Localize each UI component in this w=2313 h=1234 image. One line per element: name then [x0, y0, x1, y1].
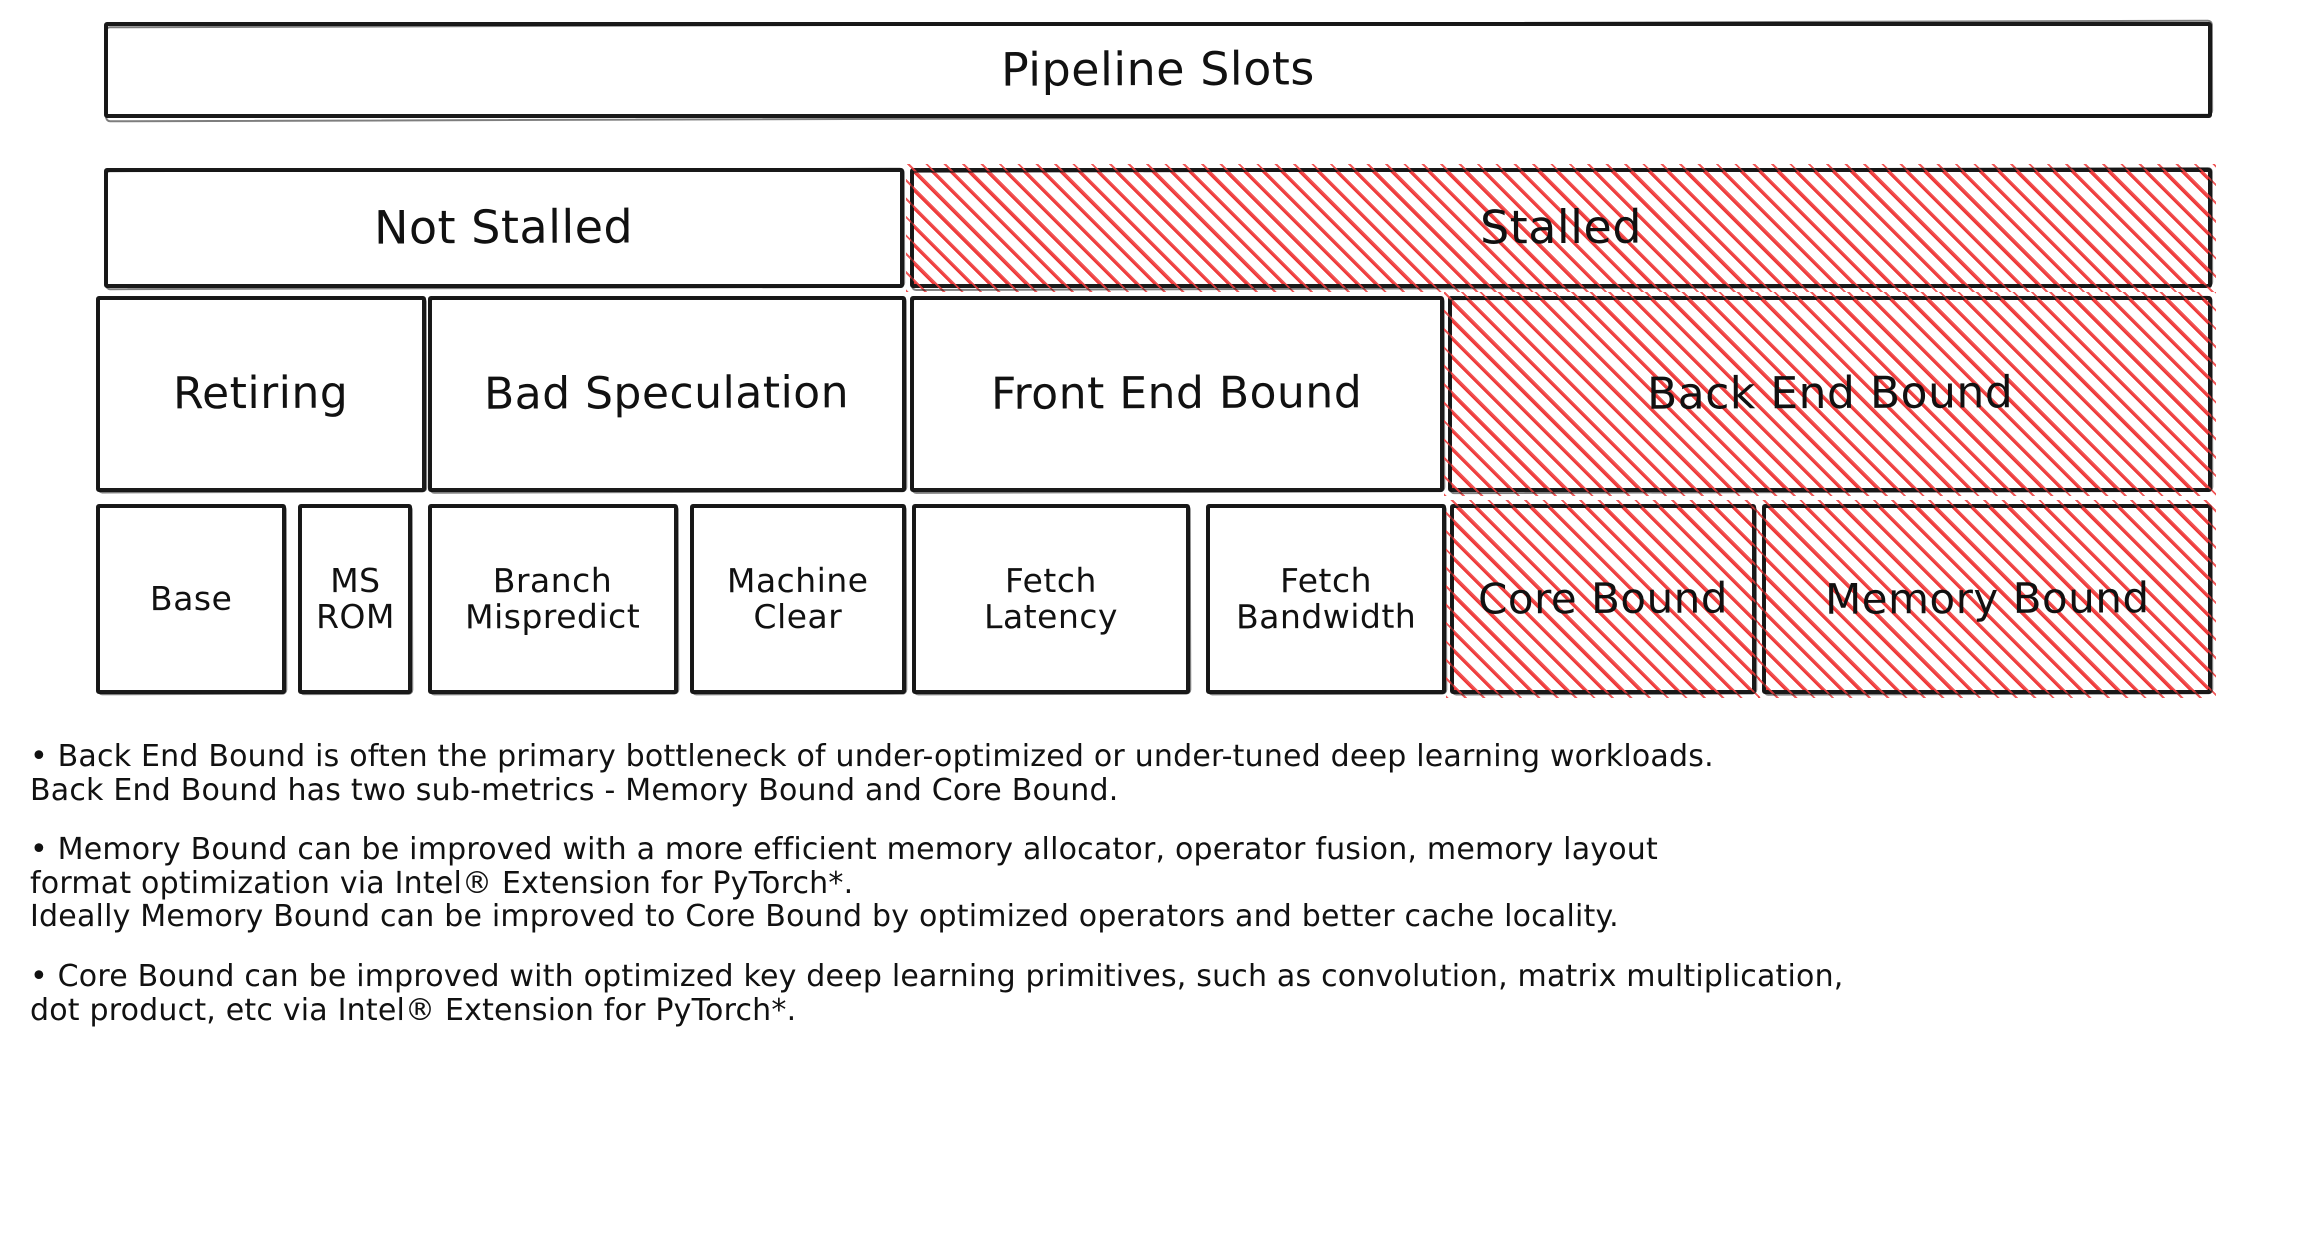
box-label: Retiring: [173, 367, 349, 420]
box-label: Bad Speculation: [484, 367, 850, 421]
box-label: Fetch Bandwidth: [1235, 561, 1417, 637]
box-label: Fetch Latency: [984, 561, 1119, 637]
box-retiring: Retiring: [96, 296, 426, 492]
topdown-hierarchy-diagram: Pipeline Slots Not Stalled Stalled Retir…: [0, 0, 2313, 720]
box-front-end-bound: Front End Bound: [910, 296, 1444, 492]
box-label: Front End Bound: [991, 367, 1363, 421]
box-bad-speculation: Bad Speculation: [428, 296, 906, 492]
box-label: Core Bound: [1477, 573, 1729, 624]
box-label: Not Stalled: [374, 199, 634, 255]
box-label: MS ROM: [315, 561, 395, 637]
box-machine-clear: Machine Clear: [690, 504, 906, 694]
box-fetch-latency: Fetch Latency: [912, 504, 1190, 694]
box-label: Base: [149, 579, 233, 619]
box-label: Machine Clear: [727, 561, 869, 637]
note-bullet-back-end-bound: • Back End Bound is often the primary bo…: [30, 739, 1714, 808]
box-label: Back End Bound: [1646, 367, 2014, 421]
notes-list: • Back End Bound is often the primary bo…: [30, 740, 2300, 1027]
box-base: Base: [96, 504, 286, 694]
box-stalled: Stalled: [910, 168, 2212, 288]
box-label: Branch Mispredict: [465, 561, 641, 637]
box-ms-rom: MS ROM: [298, 504, 412, 694]
box-memory-bound: Memory Bound: [1762, 504, 2212, 694]
box-fetch-bandwidth: Fetch Bandwidth: [1206, 504, 1446, 694]
note-bullet-memory-bound: • Memory Bound can be improved with a mo…: [30, 832, 1658, 935]
note-bullet-core-bound: • Core Bound can be improved with optimi…: [30, 958, 1844, 1028]
box-not-stalled: Not Stalled: [104, 168, 904, 288]
box-branch-mispredict: Branch Mispredict: [428, 504, 678, 694]
box-label: Stalled: [1479, 199, 1643, 255]
box-pipeline-slots: Pipeline Slots: [104, 22, 2212, 118]
box-label: Memory Bound: [1824, 573, 2150, 625]
box-back-end-bound: Back End Bound: [1448, 296, 2212, 492]
box-core-bound: Core Bound: [1450, 504, 1756, 694]
box-label: Pipeline Slots: [1000, 41, 1316, 97]
